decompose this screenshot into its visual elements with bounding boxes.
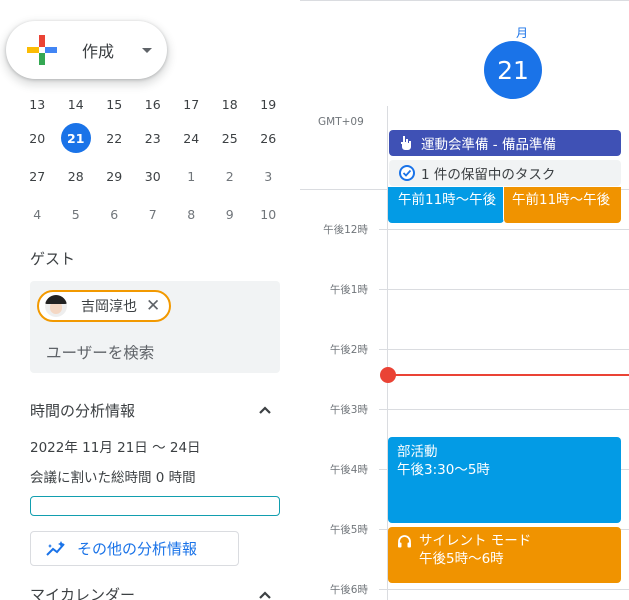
hour-gridline [379, 229, 629, 230]
event-time: 午前11時〜午後 [512, 192, 611, 208]
mini-calendar-day[interactable]: 7 [134, 199, 173, 229]
timezone-label: GMT+09 [318, 116, 364, 128]
allday-event[interactable]: 運動会準備 - 備品準備 [389, 130, 621, 156]
divider [387, 106, 388, 600]
hour-gridline [379, 589, 629, 590]
mini-calendar-day[interactable]: 29 [95, 161, 134, 191]
hour-gridline [379, 289, 629, 290]
mini-calendar-day[interactable]: 23 [134, 123, 173, 153]
mini-calendar-day[interactable]: 25 [211, 123, 250, 153]
mini-calendar-day[interactable]: 5 [57, 199, 96, 229]
mini-calendar: 13 14 15 16 17 18 19 20 21 22 23 24 25 26 27 28 29 30 1 2 3 4… [18, 95, 288, 233]
sparkle-chart-icon [46, 540, 65, 556]
mini-calendar-day[interactable]: 22 [95, 123, 134, 153]
mini-calendar-day[interactable]: 16 [134, 95, 173, 119]
mini-calendar-day-selected[interactable]: 21 [60, 123, 91, 153]
allday-event-label: 運動会準備 - 備品準備 [421, 137, 556, 153]
task-check-icon [399, 165, 415, 181]
event-block[interactable]: 午前11時〜午後 [503, 187, 621, 223]
mini-calendar-day[interactable]: 1 [172, 161, 211, 191]
mini-calendar-day[interactable]: 4 [18, 199, 57, 229]
event-block[interactable]: サイレント モード 午後5時〜6時 [388, 527, 621, 583]
headphones-icon [398, 534, 411, 547]
event-block[interactable]: 午前11時〜午後 [388, 187, 504, 223]
mini-calendar-week: 4 5 6 7 8 9 10 [18, 195, 288, 233]
event-time: 午後3:30〜5時 [397, 462, 490, 478]
hour-label: 午後4時 [329, 464, 368, 476]
mini-calendar-day[interactable]: 13 [18, 95, 57, 119]
day-view: 月 21 GMT+09 運動会準備 - 備品準備 1 件の保留中のタスク 午後1… [300, 0, 629, 600]
mini-calendar-week: 13 14 15 16 17 18 19 [18, 95, 288, 119]
mini-calendar-day[interactable]: 9 [211, 199, 250, 229]
event-time: 午後5時〜6時 [419, 551, 504, 567]
create-label: 作成 [82, 42, 115, 61]
pending-task-label: 1 件の保留中のタスク [421, 167, 556, 183]
hour-label: 午後1時 [329, 284, 368, 296]
mini-calendar-day[interactable]: 30 [134, 161, 173, 191]
hour-label: 午後3時 [329, 404, 368, 416]
chevron-up-icon[interactable] [258, 403, 272, 417]
current-date[interactable]: 21 [484, 41, 542, 99]
mini-calendar-day[interactable]: 19 [249, 95, 288, 119]
mini-calendar-day[interactable]: 28 [57, 161, 96, 191]
guest-chip[interactable]: 吉岡淳也 ✕ [37, 290, 171, 322]
mini-calendar-day[interactable]: 8 [172, 199, 211, 229]
mini-calendar-day[interactable]: 15 [95, 95, 134, 119]
calendar-app: 作成 13 14 15 16 17 18 19 20 21 22 23 24 25 26 27 28 29 30 1… [0, 0, 629, 600]
mini-calendar-day[interactable]: 27 [18, 161, 57, 191]
left-sidebar: 作成 13 14 15 16 17 18 19 20 21 22 23 24 25 26 27 28 29 30 1… [0, 0, 300, 600]
hour-label: 午後5時 [329, 524, 368, 536]
mini-calendar-day[interactable]: 20 [18, 123, 57, 153]
guests-box: 吉岡淳也 ✕ ユーザーを検索 [30, 281, 280, 373]
close-icon[interactable]: ✕ [146, 297, 160, 315]
mini-calendar-day[interactable]: 24 [172, 123, 211, 153]
create-button[interactable]: 作成 [6, 21, 167, 79]
analytics-date-range: 2022年 11月 21日 〜 24日 [30, 440, 201, 456]
event-time: 午前11時〜午後 [398, 192, 497, 208]
analytics-total: 会議に割いた総時間 0 時間 [30, 470, 196, 486]
event-title: サイレント モード [419, 533, 532, 549]
hour-label: 午後6時 [329, 584, 368, 596]
event-block[interactable]: 部活動 午後3:30〜5時 [388, 437, 621, 523]
pending-task[interactable]: 1 件の保留中のタスク [389, 160, 621, 186]
my-calendars-heading: マイカレンダー [30, 586, 136, 600]
current-time-indicator [380, 367, 396, 383]
event-title: 部活動 [397, 444, 438, 460]
plus-icon [24, 32, 60, 68]
hour-label: 午後2時 [329, 344, 368, 356]
analytics-progress-bar [30, 496, 280, 516]
hour-label: 午後12時 [323, 224, 368, 236]
mini-calendar-week: 20 21 22 23 24 25 26 [18, 119, 288, 157]
mini-calendar-day[interactable]: 18 [211, 95, 250, 119]
caret-down-icon [142, 47, 153, 53]
guests-heading: ゲスト [30, 250, 76, 268]
guest-search-input[interactable]: ユーザーを検索 [46, 341, 154, 363]
hour-gridline [379, 409, 629, 410]
divider [300, 0, 629, 1]
mini-calendar-day[interactable]: 17 [172, 95, 211, 119]
more-analytics-button[interactable]: その他の分析情報 [30, 531, 239, 566]
mini-calendar-day[interactable]: 26 [249, 123, 288, 153]
mini-calendar-day[interactable]: 6 [95, 199, 134, 229]
mini-calendar-week: 27 28 29 30 1 2 3 [18, 157, 288, 195]
guest-chip-name: 吉岡淳也 [81, 299, 137, 315]
chevron-up-icon[interactable] [258, 588, 272, 600]
current-time-line [388, 374, 629, 376]
analytics-heading: 時間の分析情報 [30, 402, 136, 420]
hand-icon [401, 136, 411, 150]
hour-gridline [379, 349, 629, 350]
mini-calendar-day[interactable]: 10 [249, 199, 288, 229]
day-of-week: 月 [515, 26, 528, 40]
mini-calendar-day[interactable]: 2 [211, 161, 250, 191]
mini-calendar-day[interactable]: 14 [57, 95, 96, 119]
mini-calendar-day[interactable]: 3 [249, 161, 288, 191]
more-analytics-label: その他の分析情報 [77, 540, 198, 558]
avatar [45, 295, 67, 317]
